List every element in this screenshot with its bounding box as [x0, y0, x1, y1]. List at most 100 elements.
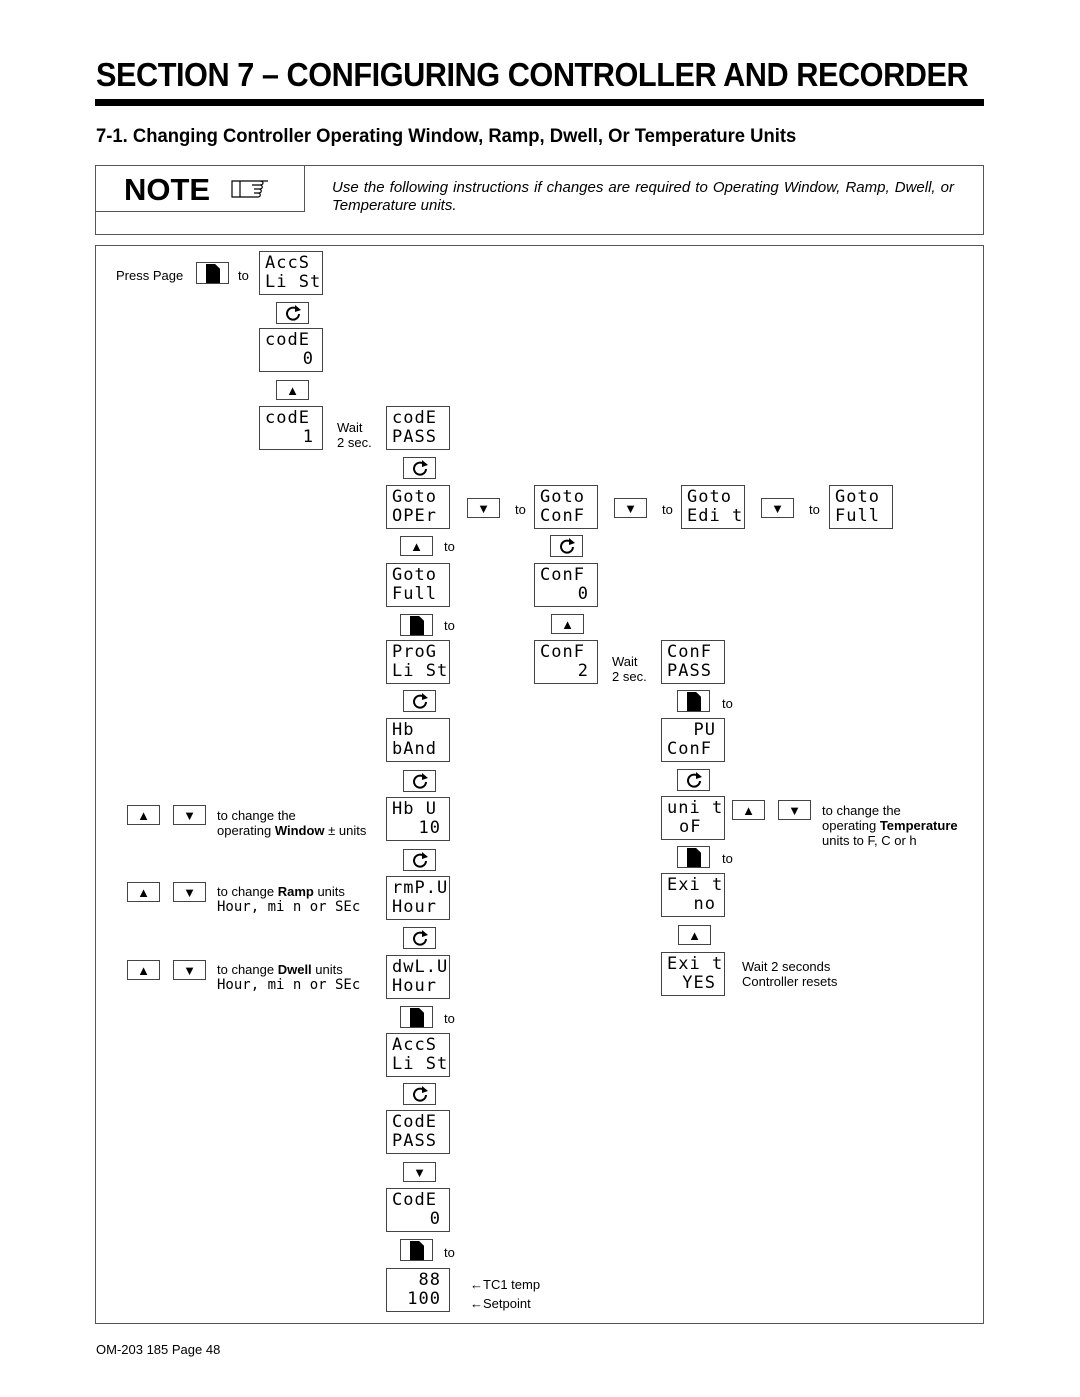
to-label: to [444, 618, 455, 633]
up-button[interactable]: ▲ [400, 536, 433, 556]
cycle-icon [413, 773, 428, 789]
page-button[interactable] [400, 1006, 433, 1028]
down-arrow-icon: ▼ [771, 500, 784, 516]
cycle-icon [413, 460, 428, 476]
to-label: to [662, 502, 673, 517]
display-conf-pass: ConF PASS [661, 640, 725, 684]
scroll-button[interactable] [550, 535, 583, 557]
down-button[interactable]: ▼ [173, 882, 206, 902]
cycle-icon [413, 930, 428, 946]
display-conf-0: ConF 0 [534, 563, 598, 607]
cycle-icon [286, 305, 301, 321]
down-button[interactable]: ▼ [467, 498, 500, 518]
page-button[interactable] [677, 846, 710, 868]
display-exit-yes: Exi t YES [661, 952, 725, 996]
display-code-0: codE 0 [259, 328, 323, 372]
temperature-instruction: to change the operating Temperature units … [822, 803, 958, 848]
page-button[interactable] [400, 614, 433, 636]
dwell-instruction: to change Dwell units Hour, mi n or SEc [217, 962, 361, 993]
up-button[interactable]: ▲ [127, 805, 160, 825]
up-arrow-icon: ▲ [286, 382, 299, 398]
to-label: to [444, 539, 455, 554]
display-pv-conf: PU ConF [661, 718, 725, 762]
down-arrow-icon: ▼ [624, 500, 637, 516]
page-button[interactable] [196, 262, 229, 284]
up-button[interactable]: ▲ [276, 380, 309, 400]
display-code-pass: codE PASS [386, 406, 450, 450]
to-label: to [809, 502, 820, 517]
press-page-label: Press Page [116, 268, 184, 283]
subsection-title: 7-1. Changing Controller Operating Windo… [96, 126, 797, 147]
up-arrow-icon: ▲ [688, 927, 701, 943]
page-button[interactable] [400, 1239, 433, 1261]
scroll-button[interactable] [677, 769, 710, 791]
wait-label: Wait 2 sec. [612, 654, 647, 684]
page-icon [206, 264, 220, 283]
to-label: to [515, 502, 526, 517]
scroll-button[interactable] [403, 927, 436, 949]
up-arrow-icon: ▲ [137, 884, 150, 900]
setpoint-label: ←Setpoint [470, 1296, 531, 1311]
display-prog-list: ProG Li St [386, 640, 450, 684]
down-arrow-icon: ▼ [183, 962, 196, 978]
up-button[interactable]: ▲ [678, 925, 711, 945]
display-hb-band: Hb bAnd [386, 718, 450, 762]
down-button[interactable]: ▼ [614, 498, 647, 518]
scroll-button[interactable] [403, 457, 436, 479]
cycle-icon [413, 852, 428, 868]
to-label: to [444, 1011, 455, 1026]
display-hb-u: Hb U 10 [386, 797, 450, 841]
display-goto-full: Goto Full [386, 563, 450, 607]
display-conf-2: ConF 2 [534, 640, 598, 684]
down-button[interactable]: ▼ [761, 498, 794, 518]
down-button[interactable]: ▼ [173, 805, 206, 825]
down-arrow-icon: ▼ [413, 1164, 426, 1180]
display-code-1: codE 1 [259, 406, 323, 450]
ramp-instruction: to change Ramp units Hour, mi n or SEc [217, 884, 361, 915]
page-button[interactable] [677, 690, 710, 712]
display-accs-list: AccS Li St [386, 1033, 450, 1077]
tc1-temp-label: ←TC1 temp [470, 1277, 541, 1292]
display-goto-full: Goto Full [829, 485, 893, 529]
page-icon [410, 1241, 424, 1260]
down-arrow-icon: ▼ [183, 807, 196, 823]
up-button[interactable]: ▲ [127, 960, 160, 980]
display-accs-list: AccS Li St [259, 251, 323, 295]
page-footer: OM-203 185 Page 48 [96, 1342, 221, 1357]
page-icon [687, 848, 701, 867]
up-arrow-icon: ▲ [561, 616, 574, 632]
note-label: NOTE [124, 172, 211, 207]
scroll-button[interactable] [403, 770, 436, 792]
up-arrow-icon: ▲ [410, 538, 423, 554]
to-label: to [722, 696, 733, 711]
display-unit-of: uni t oF [661, 796, 725, 840]
scroll-button[interactable] [403, 849, 436, 871]
page-icon [687, 692, 701, 711]
down-arrow-icon: ▼ [477, 500, 490, 516]
scroll-button[interactable] [276, 302, 309, 324]
page-icon [410, 1008, 424, 1027]
up-arrow-icon: ▲ [742, 802, 755, 818]
down-button[interactable]: ▼ [173, 960, 206, 980]
procedure-box [95, 245, 984, 1324]
up-button[interactable]: ▲ [127, 882, 160, 902]
display-dwl-u: dwL.U Hour [386, 955, 450, 999]
cycle-icon [560, 538, 575, 554]
cycle-icon [687, 772, 702, 788]
display-goto-edit: Goto Edi t [681, 485, 745, 529]
scroll-button[interactable] [403, 690, 436, 712]
scroll-button[interactable] [403, 1083, 436, 1105]
display-rmp-u: rmP.U Hour [386, 876, 450, 920]
down-button[interactable]: ▼ [403, 1162, 436, 1182]
display-code-pass: CodE PASS [386, 1110, 450, 1154]
to-label: to [444, 1245, 455, 1260]
up-button[interactable]: ▲ [732, 800, 765, 820]
display-final: 88 100 [386, 1268, 450, 1312]
controller-resets-note: Wait 2 seconds Controller resets [742, 959, 838, 989]
cycle-icon [413, 1086, 428, 1102]
page-icon [410, 616, 424, 635]
up-button[interactable]: ▲ [551, 614, 584, 634]
down-arrow-icon: ▼ [788, 802, 801, 818]
down-button[interactable]: ▼ [778, 800, 811, 820]
to-label: to [722, 851, 733, 866]
